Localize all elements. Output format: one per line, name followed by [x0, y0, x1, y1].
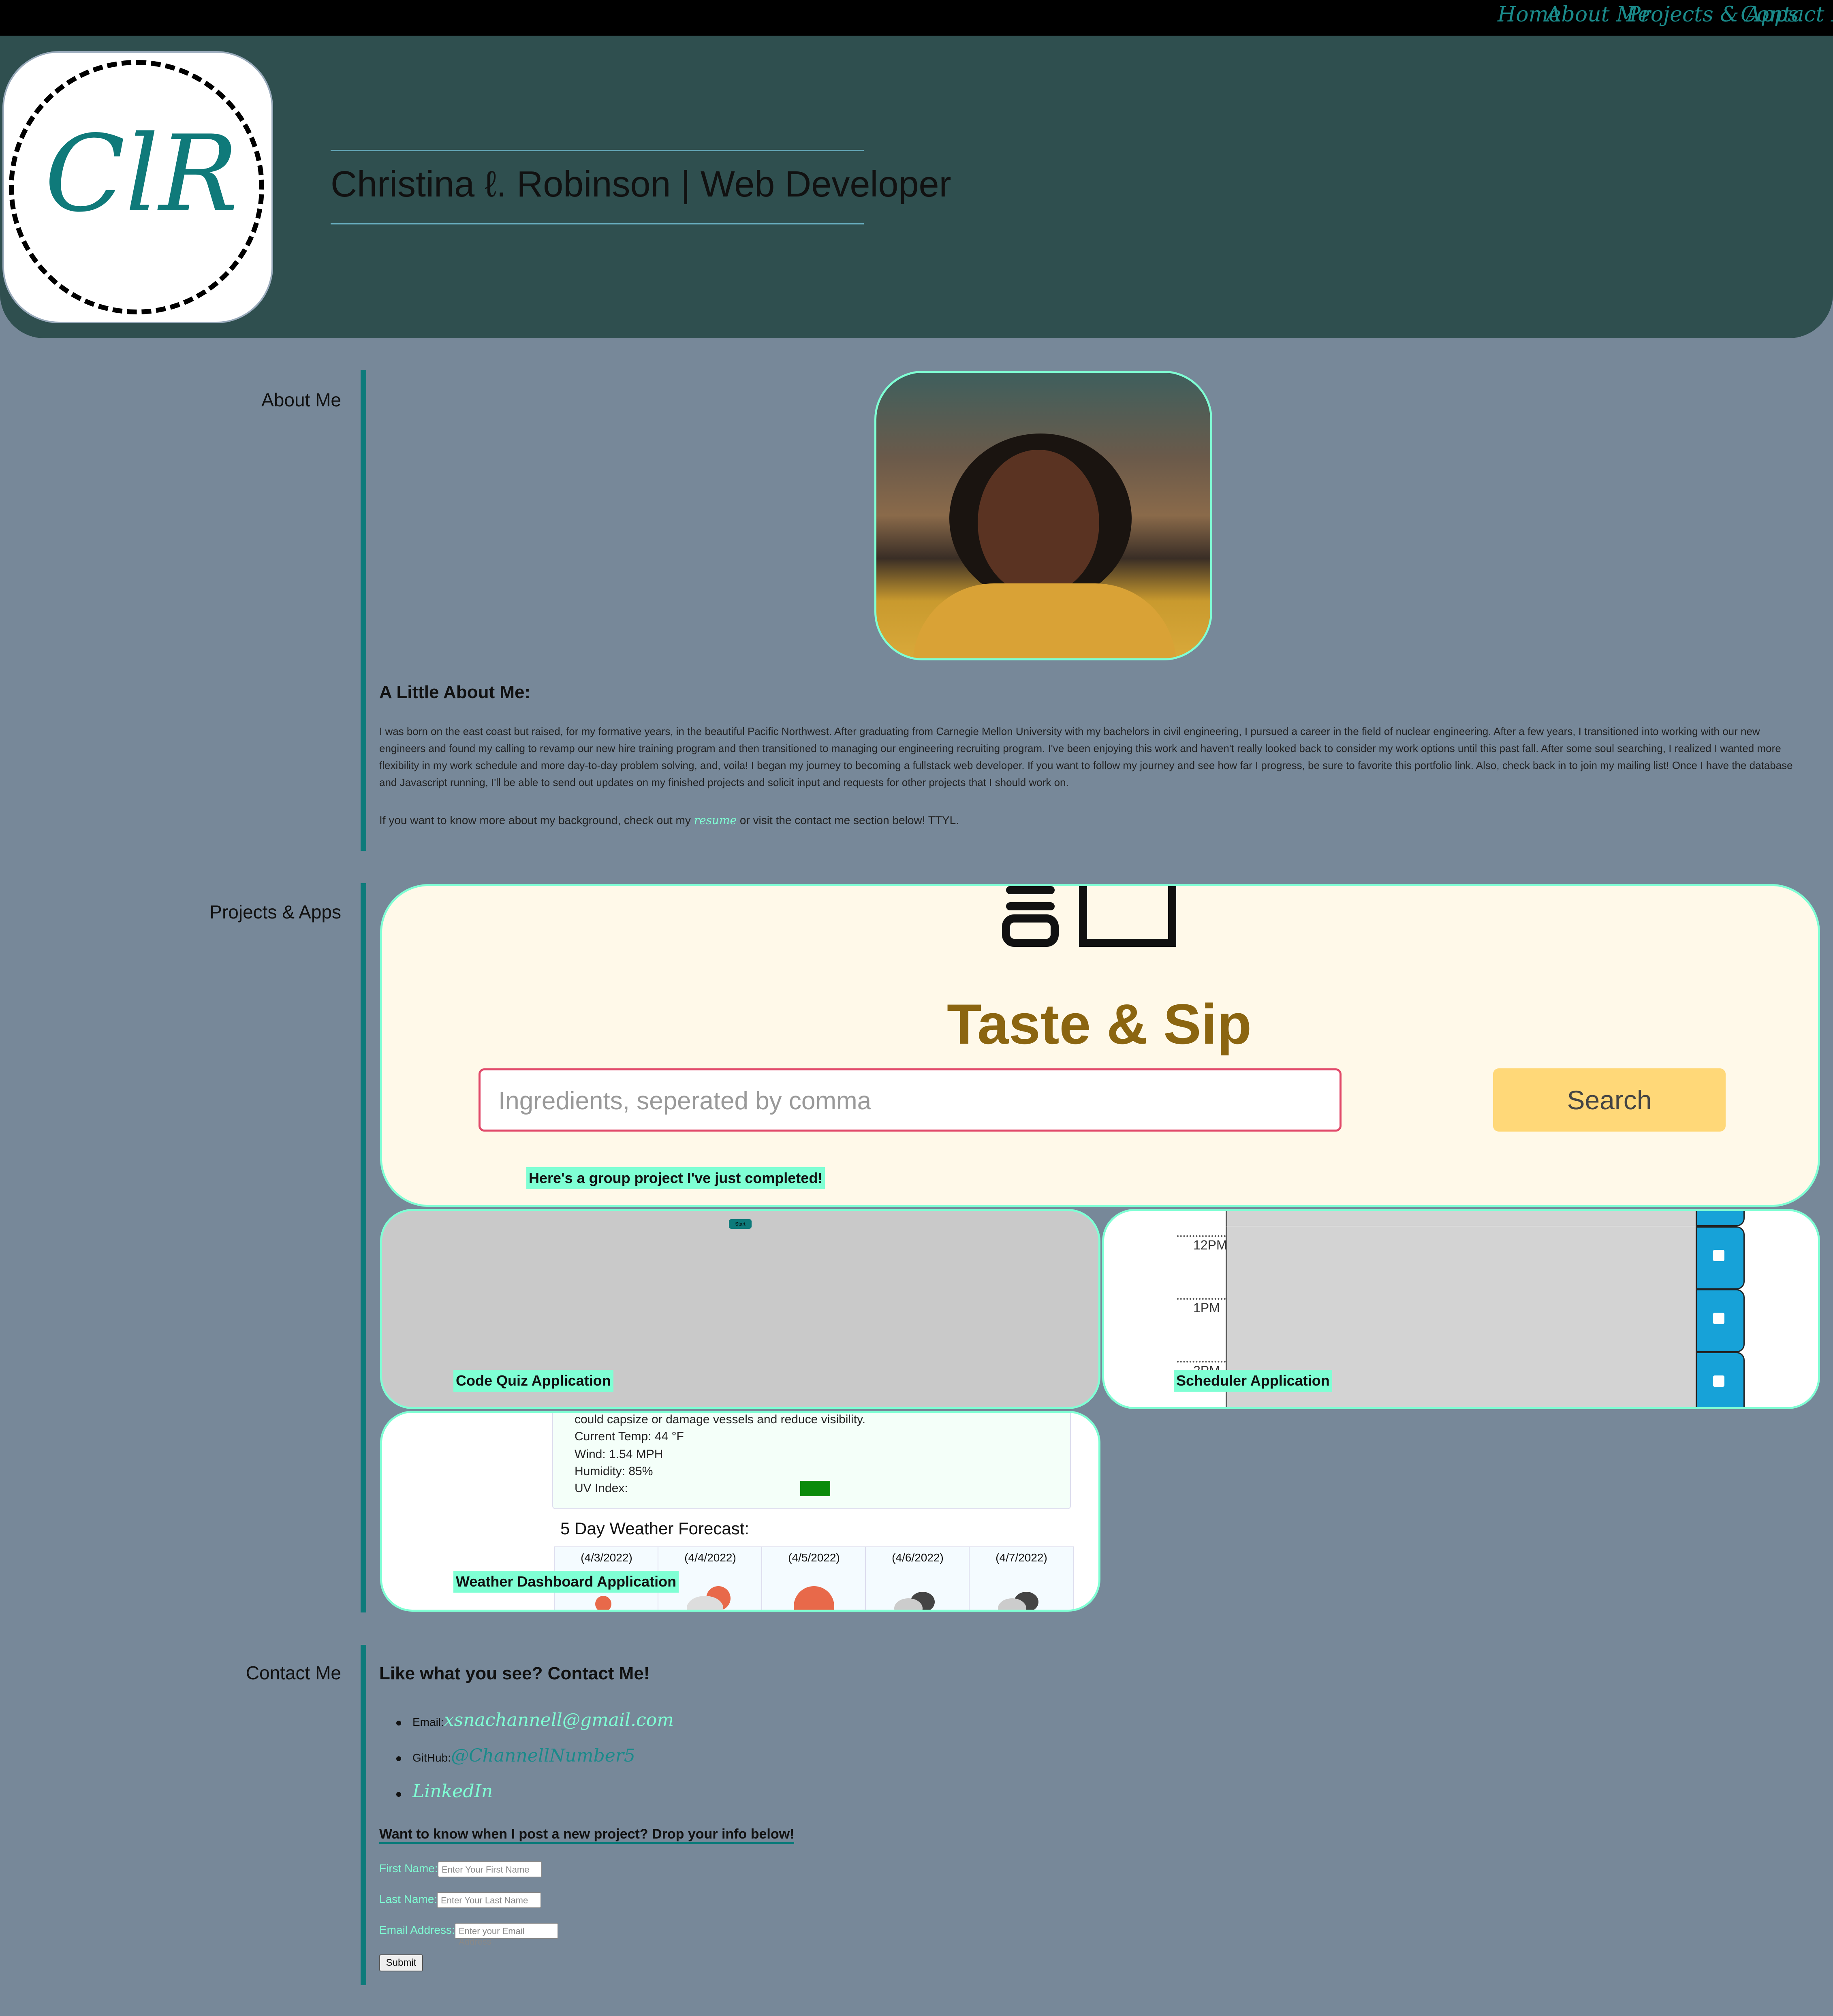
forecast-day: (4/6/2022) [865, 1546, 970, 1610]
schedule-block[interactable] [1226, 1289, 1697, 1352]
logo-monogram: ClR [45, 113, 238, 235]
taste-and-sip-card[interactable]: Taste & Sip Ingredients, seperated by co… [380, 884, 1820, 1207]
taste-caption: Here's a group project I've just complet… [526, 1167, 825, 1189]
weather-uv-label: UV Index: [575, 1482, 628, 1495]
ingredients-search-input[interactable]: Ingredients, seperated by comma [479, 1068, 1342, 1132]
weather-caption: Weather Dashboard Application [453, 1571, 679, 1593]
projects-section-bar [361, 883, 366, 1612]
forecast-date: (4/7/2022) [996, 1551, 1047, 1564]
about-heading: A Little About Me: [379, 682, 531, 702]
last-name-label: Last Name: [379, 1893, 438, 1905]
hour-label: 1PM [1193, 1301, 1220, 1315]
projects-section-title: Projects & Apps [209, 901, 341, 923]
forecast-date: (4/3/2022) [581, 1551, 632, 1564]
github-label: GitHub: [412, 1751, 451, 1764]
hour-divider [1177, 1298, 1226, 1300]
forecast-date: (4/5/2022) [788, 1551, 840, 1564]
weather-temp: Current Temp: 44 °F [575, 1430, 684, 1443]
weather-wind: Wind: 1.54 MPH [575, 1448, 663, 1461]
schedule-block[interactable] [1226, 1226, 1697, 1289]
forecast-title: 5 Day Weather Forecast: [560, 1519, 750, 1538]
hour-divider [1177, 1361, 1226, 1363]
header-divider-top [331, 150, 864, 151]
github-link[interactable]: @ChannellNumber5 [451, 1745, 635, 1766]
uv-index-badge [800, 1481, 830, 1496]
sun-icon [794, 1586, 834, 1610]
first-name-label: First Name: [379, 1862, 438, 1875]
email-address-label: Email Address: [379, 1924, 455, 1936]
quiz-start-button[interactable]: Start [729, 1219, 752, 1229]
email-link[interactable]: xsnachannell@gmail.com [444, 1710, 674, 1730]
contact-email-item: Email:xsnachannell@gmail.com [396, 1710, 674, 1730]
contact-heading: Like what you see? Contact Me! [379, 1664, 650, 1683]
save-icon [1713, 1250, 1724, 1261]
top-nav: Home About Me Projects & Apps Contact Me [0, 0, 1833, 36]
save-icon [1713, 1313, 1724, 1324]
photo-shirt [913, 583, 1176, 658]
weather-humidity: Humidity: 85% [575, 1465, 653, 1478]
quiz-caption: Code Quiz Application [453, 1370, 613, 1392]
bullet [396, 1756, 401, 1761]
scheduler-caption: Scheduler Application [1174, 1370, 1332, 1392]
weather-dashboard-card[interactable]: could capsize or damage vessels and redu… [380, 1411, 1100, 1612]
save-button[interactable] [1696, 1226, 1745, 1290]
nav-contact-link[interactable]: Contact Me [1741, 2, 1833, 27]
contact-section-bar [361, 1645, 366, 1985]
schedule-row: 12PM [1104, 1226, 1818, 1290]
resume-prefix: If you want to know more about my backgr… [379, 814, 694, 826]
photo-face [978, 450, 1099, 596]
weather-description: could capsize or damage vessels and redu… [575, 1413, 866, 1426]
scheduler-card[interactable]: 12PM 1PM 2PM Scheduler Application [1102, 1209, 1820, 1409]
bullet [396, 1720, 401, 1726]
save-button[interactable] [1696, 1289, 1745, 1352]
contact-linkedin-item: LinkedIn [396, 1781, 493, 1802]
save-button[interactable] [1696, 1211, 1745, 1226]
about-section-title: About Me [261, 389, 341, 410]
first-name-input[interactable]: Enter Your First Name [438, 1861, 542, 1877]
bullet [396, 1792, 401, 1797]
header-divider-bottom [331, 223, 864, 224]
contact-section-title: Contact Me [246, 1662, 341, 1683]
linkedin-link[interactable]: LinkedIn [412, 1781, 493, 1802]
mailing-list-heading: Want to know when I post a new project? … [379, 1826, 795, 1844]
resume-link[interactable]: resume [694, 814, 737, 827]
forecast-date: (4/4/2022) [684, 1551, 736, 1564]
email-label: Email: [412, 1716, 444, 1728]
forecast-day: (4/7/2022) [969, 1546, 1074, 1610]
submit-button[interactable]: Submit [379, 1954, 423, 1971]
schedule-row-partial [1104, 1211, 1818, 1226]
hour-label: 12PM [1193, 1238, 1227, 1252]
schedule-block [1226, 1211, 1697, 1226]
email-address-input[interactable]: Enter your Email Address [455, 1923, 558, 1947]
resume-paragraph: If you want to know more about my backgr… [379, 814, 1805, 827]
about-section-bar [361, 370, 366, 851]
forecast-date: (4/6/2022) [892, 1551, 944, 1564]
save-button[interactable] [1696, 1352, 1745, 1407]
code-quiz-card[interactable]: Start Code Quiz Application [380, 1209, 1100, 1409]
profile-photo [874, 371, 1212, 660]
rain-icon [595, 1596, 611, 1610]
last-name-input[interactable]: Enter Your Last Name [437, 1892, 541, 1908]
about-paragraph: I was born on the east coast but raised,… [379, 725, 1793, 788]
taste-title: Taste & Sip [946, 992, 1252, 1056]
hour-divider [1177, 1235, 1226, 1237]
contact-github-item: GitHub:@ChannellNumber5 [396, 1745, 635, 1766]
forecast-day: (4/5/2022) [761, 1546, 867, 1610]
search-button[interactable]: Search [1493, 1068, 1726, 1132]
save-icon [1713, 1375, 1724, 1387]
page-title: Christina ℓ. Robinson | Web Developer [331, 164, 951, 205]
taste-logo-icon [1002, 886, 1176, 947]
resume-suffix: or visit the contact me section below! T… [737, 814, 959, 826]
schedule-row: 1PM [1104, 1289, 1818, 1352]
